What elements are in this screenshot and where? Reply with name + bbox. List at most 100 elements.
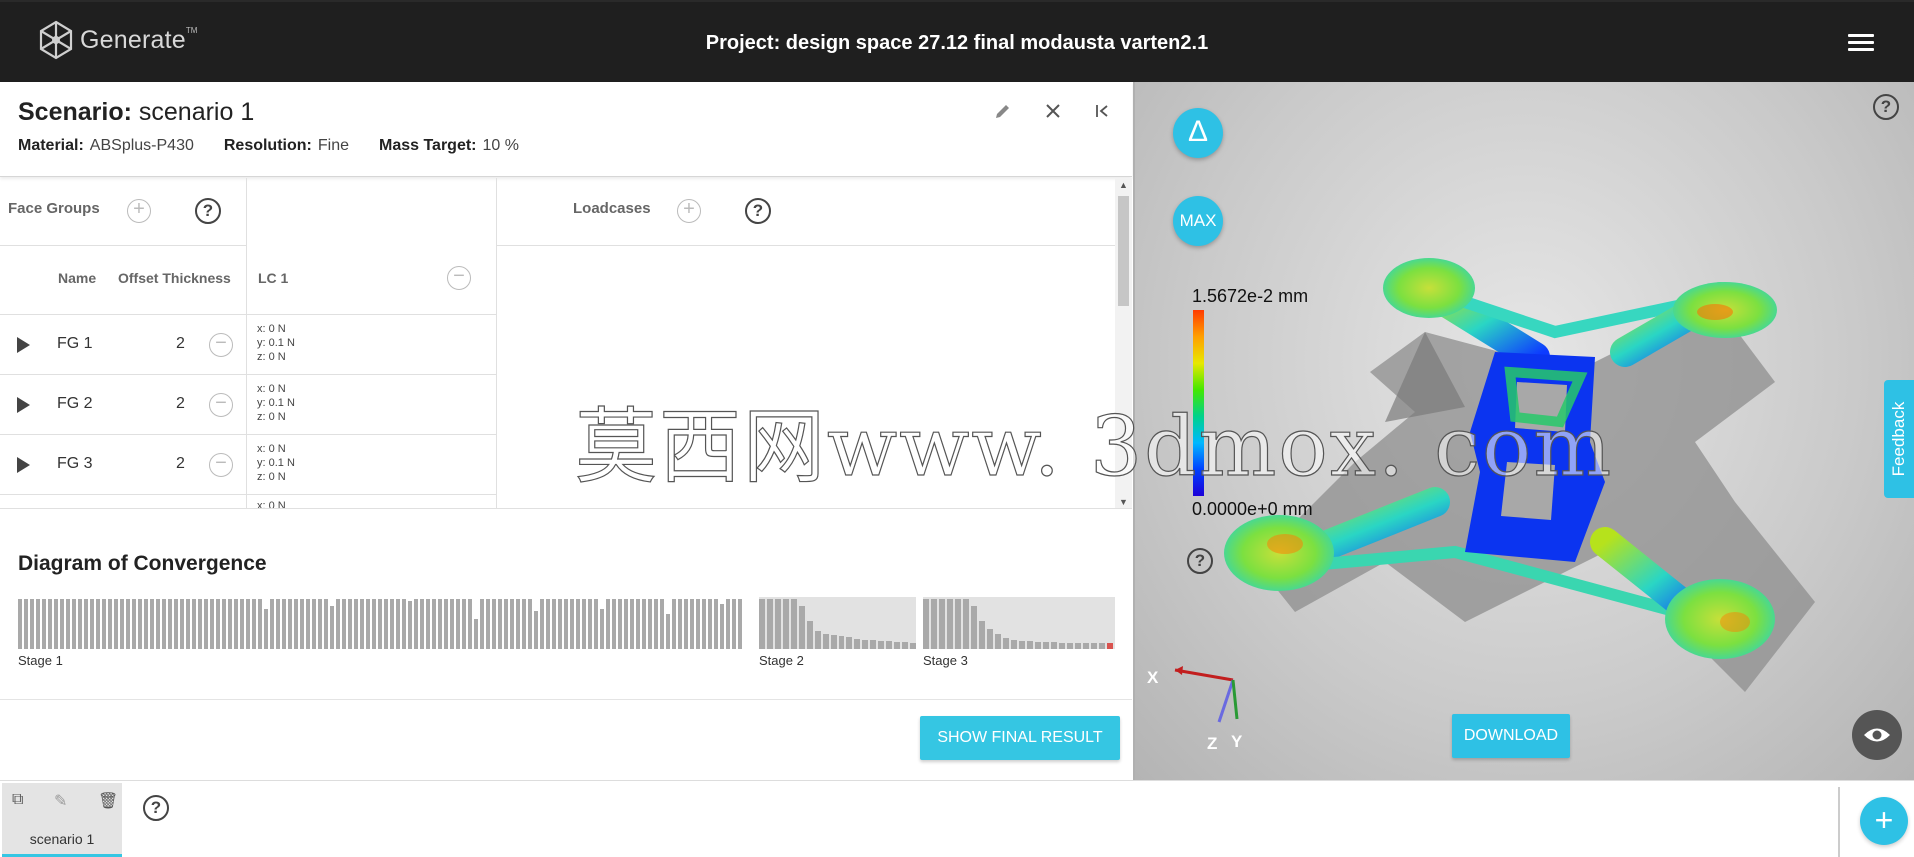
- edit-pencil-icon[interactable]: [988, 96, 1018, 126]
- feedback-tab[interactable]: Feedback: [1884, 380, 1914, 498]
- convergence-bar: [600, 609, 604, 649]
- convergence-bar: [1051, 642, 1057, 649]
- face-group-row[interactable]: FG 1 2 −: [0, 315, 246, 375]
- convergence-bar: [822, 634, 829, 649]
- face-groups-label: Face Groups: [8, 200, 100, 217]
- convergence-title: Diagram of Convergence: [18, 552, 267, 575]
- convergence-bar: [642, 599, 646, 649]
- face-group-thickness: 2: [176, 455, 185, 472]
- convergence-bar: [474, 619, 478, 649]
- convergence-bar: [870, 640, 877, 649]
- convergence-bar: [192, 599, 196, 649]
- remove-loadcase-button[interactable]: −: [447, 266, 471, 290]
- convergence-bar: [366, 599, 370, 649]
- convergence-bar: [726, 599, 730, 649]
- eye-visibility-icon[interactable]: [1852, 710, 1902, 760]
- expand-arrow-icon[interactable]: [17, 397, 30, 413]
- legend-help-icon[interactable]: ?: [1187, 548, 1213, 574]
- convergence-bar: [1067, 643, 1073, 649]
- convergence-bar: [330, 606, 334, 649]
- download-button[interactable]: DOWNLOAD: [1452, 714, 1570, 758]
- load-x: x: 0 N: [257, 323, 286, 335]
- convergence-bar: [354, 599, 358, 649]
- scenario-tab-label: scenario 1: [29, 831, 95, 847]
- convergence-bar: [606, 599, 610, 649]
- convergence-bar: [306, 599, 310, 649]
- convergence-divider: [0, 699, 1132, 700]
- convergence-bar: [204, 599, 208, 649]
- loadcases-header: Loadcases + ?: [497, 178, 1115, 246]
- scrollbar-thumb[interactable]: [1118, 196, 1129, 306]
- add-loadcase-button[interactable]: +: [677, 199, 701, 223]
- load-y: y: 0.1 N: [257, 457, 295, 469]
- convergence-bar: [971, 606, 977, 649]
- convergence-bar: [114, 599, 118, 649]
- face-groups-column: Face Groups + ? Name Offset Thickness FG…: [0, 178, 247, 508]
- close-icon[interactable]: [1038, 96, 1068, 126]
- convergence-bar: [498, 599, 502, 649]
- convergence-bar: [696, 599, 700, 649]
- convergence-bar: [528, 599, 532, 649]
- resolution-value: Fine: [317, 137, 349, 154]
- face-groups-help-icon[interactable]: ?: [195, 198, 221, 224]
- convergence-bar: [1091, 643, 1097, 649]
- convergence-bar: [228, 599, 232, 649]
- table-scrollbar[interactable]: ▲ ▼: [1115, 178, 1132, 508]
- convergence-bar: [426, 599, 430, 649]
- collapse-panel-icon[interactable]: [1088, 96, 1118, 126]
- stage3-bars: [923, 597, 1115, 649]
- 3d-viewer[interactable]: Δ MAX ? 1.5672e-2 mm 0.0000e+0 mm ? X Z …: [1133, 82, 1914, 780]
- feedback-label: Feedback: [1889, 401, 1908, 477]
- face-group-row[interactable]: FG 3 2 −: [0, 435, 246, 495]
- convergence-bar: [258, 599, 262, 649]
- scroll-down-icon[interactable]: ▼: [1119, 497, 1128, 507]
- face-group-row[interactable]: FG 2 2 −: [0, 375, 246, 435]
- remove-face-group-button[interactable]: −: [209, 333, 233, 357]
- convergence-bar: [570, 599, 574, 649]
- convergence-bar: [156, 599, 160, 649]
- scenario-tab[interactable]: ⧉ ✎ 🗑 scenario 1: [2, 783, 122, 857]
- remove-face-group-button[interactable]: −: [209, 393, 233, 417]
- convergence-bar: [814, 631, 821, 649]
- add-scenario-button[interactable]: +: [1860, 797, 1908, 845]
- delta-toggle-button[interactable]: Δ: [1173, 108, 1223, 158]
- convergence-bar: [894, 642, 901, 649]
- convergence-bar: [60, 599, 64, 649]
- loadcase-cell[interactable]: x: 0 N y: 0.1 N z: 0 N: [247, 315, 496, 375]
- convergence-bar: [624, 599, 628, 649]
- scroll-up-icon[interactable]: ▲: [1119, 180, 1128, 190]
- scenario-title: Scenario: scenario 1: [18, 98, 254, 127]
- convergence-bar: [732, 599, 736, 649]
- scenario-table: Face Groups + ? Name Offset Thickness FG…: [0, 178, 1132, 509]
- face-group-name: FG 2: [57, 395, 93, 412]
- loadcase-name: LC 1: [258, 270, 289, 286]
- duplicate-icon[interactable]: ⧉: [12, 791, 23, 809]
- hamburger-menu-icon[interactable]: [1848, 34, 1874, 54]
- expand-arrow-icon[interactable]: [17, 457, 30, 473]
- convergence-bar: [264, 609, 268, 649]
- scenario-label: Scenario:: [18, 98, 132, 126]
- convergence-bar: [240, 599, 244, 649]
- convergence-bar: [534, 611, 538, 649]
- convergence-bar: [886, 641, 893, 649]
- expand-arrow-icon[interactable]: [17, 337, 30, 353]
- project-title: Project: design space 27.12 final modaus…: [705, 32, 1209, 54]
- viewer-help-icon[interactable]: ?: [1873, 94, 1899, 120]
- show-final-result-button[interactable]: SHOW FINAL RESULT: [920, 716, 1120, 760]
- edit-pencil-icon[interactable]: ✎: [54, 791, 67, 811]
- loadcase-cell[interactable]: x: 0 N y: 0.1 N z: 0 N: [247, 435, 496, 495]
- max-button[interactable]: MAX: [1173, 196, 1223, 246]
- remove-face-group-button[interactable]: −: [209, 453, 233, 477]
- convergence-bar: [910, 643, 917, 649]
- convergence-bar: [1099, 643, 1105, 649]
- mass-target-value: 10 %: [482, 137, 519, 154]
- bottom-help-icon[interactable]: ?: [143, 795, 169, 821]
- loadcases-help-icon[interactable]: ?: [745, 198, 771, 224]
- add-face-group-button[interactable]: +: [127, 199, 151, 223]
- convergence-bar: [854, 639, 861, 649]
- top-bar: Generate TM Project: design space 27.12 …: [0, 0, 1914, 82]
- delete-trash-icon[interactable]: 🗑: [98, 791, 118, 811]
- convergence-bar: [690, 599, 694, 649]
- convergence-bar: [450, 599, 454, 649]
- loadcase-cell[interactable]: x: 0 N y: 0.1 N z: 0 N: [247, 375, 496, 435]
